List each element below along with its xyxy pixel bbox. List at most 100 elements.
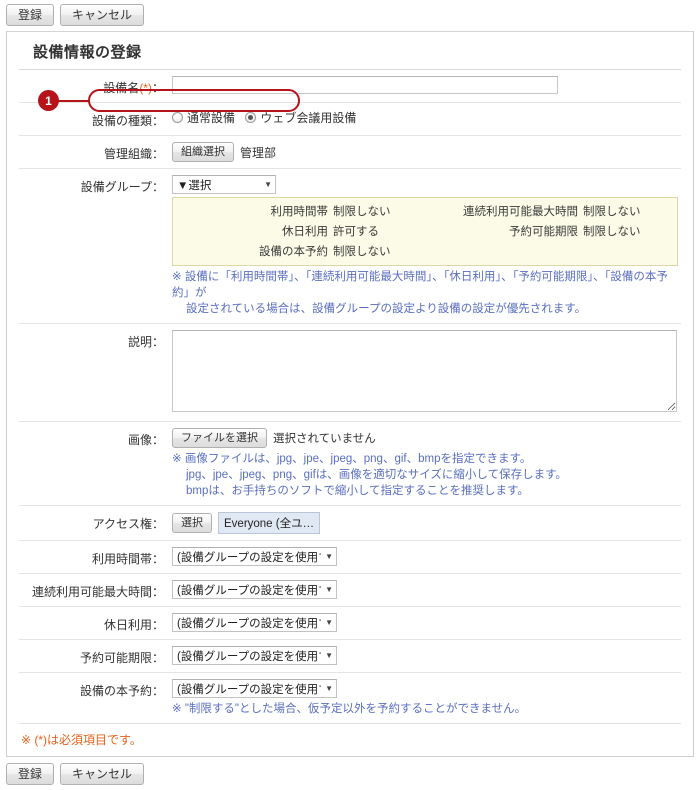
max-continuous-hours-label: 連続利用可能最大時間：	[19, 580, 169, 600]
facility-type-label-text: 設備の種類	[91, 114, 152, 128]
setting-max-continuous: 連続利用可能最大時間 制限しない	[425, 203, 669, 219]
row-facility-type: 設備の種類： 通常設備 ウェブ会議用設備	[19, 103, 681, 136]
final-reservation-note: ※ "制限する"とした場合、仮予定以外を予約することができません。	[172, 703, 527, 715]
select-organization-button[interactable]: 組織選択	[172, 142, 234, 162]
access-rights-listbox[interactable]: Everyone (全ユ…	[218, 512, 321, 534]
description-label: 説明：	[19, 330, 169, 350]
row-final-reservation: 設備の本予約： (設備グループの設定を使用する) ▼ ※ "制限する"とした場合…	[19, 673, 681, 723]
image-note-line1: ※ 画像ファイルは、jpg、jpe、jpeg、png、gif、bmpを指定できま…	[172, 453, 532, 465]
usage-hours-label: 利用時間帯：	[19, 547, 169, 567]
required-marker: (*)	[139, 81, 152, 95]
description-textarea[interactable]	[172, 330, 677, 412]
facility-group-label: 設備グループ：	[19, 175, 169, 195]
final-reservation-label-text: 設備の本予約	[79, 684, 152, 698]
setting-usage-hours-value: 制限しない	[333, 206, 391, 218]
facility-type-option-normal-label: 通常設備	[187, 111, 236, 125]
form-rows: 設備名(*)： 設備の種類： 通常設備 ウェブ会議用設備 管理組織： 組織選択 …	[7, 70, 693, 723]
radio-unchecked-icon[interactable]	[172, 112, 183, 123]
facility-group-label-text: 設備グループ	[80, 180, 152, 194]
select-access-button[interactable]: 選択	[172, 513, 212, 533]
access-rights-label: アクセス権：	[19, 512, 169, 532]
file-status-text: 選択されていません	[273, 433, 376, 445]
final-reservation-field-wrap: (設備グループの設定を使用する) ▼ ※ "制限する"とした場合、仮予定以外を予…	[169, 679, 681, 717]
bottom-action-bar: 登録 キャンセル	[0, 757, 700, 790]
usage-hours-label-text: 利用時間帯	[91, 552, 152, 566]
callout-connector-line	[58, 100, 90, 102]
chevron-down-icon: ▼	[325, 551, 333, 561]
setting-final-reservation-label: 設備の本予約	[259, 246, 328, 258]
page-title: 設備情報の登録	[19, 32, 681, 70]
holiday-use-colon: ：	[151, 618, 164, 632]
facility-group-colon: ：	[151, 180, 164, 194]
image-label-text: 画像	[127, 433, 152, 447]
final-reservation-label: 設備の本予約：	[19, 679, 169, 699]
holiday-use-select[interactable]: (設備グループの設定を使用する) ▼	[172, 613, 337, 632]
row-description: 説明：	[19, 324, 681, 422]
facility-type-label: 設備の種類：	[19, 109, 169, 129]
facility-type-option-web[interactable]: ウェブ会議用設備	[245, 109, 356, 126]
final-reservation-select[interactable]: (設備グループの設定を使用する) ▼	[172, 679, 337, 698]
row-access-rights: アクセス権： 選択 Everyone (全ユ…	[19, 506, 681, 541]
max-continuous-hours-select[interactable]: (設備グループの設定を使用する) ▼	[172, 580, 337, 599]
setting-usage-hours-label: 利用時間帯	[270, 206, 329, 218]
setting-holiday-use: 休日利用 許可する	[181, 223, 425, 239]
row-holiday-use: 休日利用： (設備グループの設定を使用する) ▼	[19, 607, 681, 640]
holiday-use-field-wrap: (設備グループの設定を使用する) ▼	[169, 613, 681, 632]
setting-max-continuous-value: 制限しない	[583, 206, 641, 218]
max-continuous-hours-colon: ：	[151, 585, 164, 599]
max-continuous-hours-field-wrap: (設備グループの設定を使用する) ▼	[169, 580, 681, 599]
managing-org-inline: 組織選択 管理部	[172, 142, 681, 162]
row-usage-hours: 利用時間帯： (設備グループの設定を使用する) ▼	[19, 541, 681, 574]
access-rights-inline: 選択 Everyone (全ユ…	[172, 512, 681, 534]
image-colon: ：	[151, 433, 164, 447]
managing-org-label: 管理組織：	[19, 142, 169, 162]
cancel-button-bottom[interactable]: キャンセル	[60, 763, 145, 785]
reservation-period-select-value: (設備グループの設定を使用する)	[177, 650, 321, 663]
facility-type-option-normal[interactable]: 通常設備	[172, 109, 235, 126]
chevron-down-icon: ▼	[264, 179, 272, 189]
usage-hours-field-wrap: (設備グループの設定を使用する) ▼	[169, 547, 681, 566]
holiday-use-select-value: (設備グループの設定を使用する)	[177, 617, 321, 630]
managing-org-colon: ：	[151, 147, 164, 161]
usage-hours-select[interactable]: (設備グループの設定を使用する) ▼	[172, 547, 337, 566]
setting-reservation-period: 予約可能期限 制限しない	[425, 223, 669, 239]
cancel-button-top[interactable]: キャンセル	[60, 4, 145, 26]
max-continuous-hours-label-text: 連続利用可能最大時間	[31, 585, 152, 599]
facility-type-field-wrap: 通常設備 ウェブ会議用設備	[169, 109, 681, 126]
required-field-note: ※ (*)は必須項目です。	[21, 733, 142, 747]
setting-final-reservation-value: 制限しない	[333, 246, 391, 258]
facility-name-input[interactable]	[172, 76, 558, 94]
access-rights-field-wrap: 選択 Everyone (全ユ…	[169, 512, 681, 534]
chevron-down-icon: ▼	[325, 617, 333, 627]
reservation-period-label-text: 予約可能期限	[79, 651, 152, 665]
reservation-period-label: 予約可能期限：	[19, 646, 169, 666]
row-max-continuous-hours: 連続利用可能最大時間： (設備グループの設定を使用する) ▼	[19, 574, 681, 607]
facility-group-note-line1: ※ 設備に「利用時間帯」、「連続利用可能最大時間」、「休日利用」、「予約可能期限…	[172, 271, 668, 299]
max-continuous-hours-select-value: (設備グループの設定を使用する)	[177, 584, 321, 597]
facility-group-note-line2: 設定されている場合は、設備グループの設定より設備の設定が優先されます。	[186, 303, 587, 315]
choose-file-button[interactable]: ファイルを選択	[172, 428, 267, 448]
holiday-use-label-text: 休日利用	[103, 618, 152, 632]
row-reservation-period: 予約可能期限： (設備グループの設定を使用する) ▼	[19, 640, 681, 673]
setting-empty-cell	[425, 243, 669, 259]
image-note-line3: bmpは、お手持ちのソフトで縮小して指定することを推奨します。	[186, 485, 529, 497]
description-field-wrap	[169, 330, 681, 415]
facility-registration-panel: 設備情報の登録 設備名(*)： 設備の種類： 通常設備 ウェブ会議用設備 管理組…	[6, 31, 694, 757]
final-reservation-colon: ：	[151, 684, 164, 698]
register-button-bottom[interactable]: 登録	[6, 763, 55, 785]
callout-badge-1: 1	[38, 90, 59, 111]
facility-name-colon: ：	[151, 81, 164, 95]
setting-reservation-period-label: 予約可能期限	[509, 226, 578, 238]
register-button-top[interactable]: 登録	[6, 4, 55, 26]
reservation-period-select[interactable]: (設備グループの設定を使用する) ▼	[172, 646, 337, 665]
facility-name-field-wrap	[169, 76, 681, 94]
radio-checked-icon[interactable]	[245, 112, 257, 123]
description-label-text: 説明	[127, 335, 152, 349]
file-input-row: ファイルを選択 選択されていません	[172, 428, 681, 448]
reservation-period-field-wrap: (設備グループの設定を使用する) ▼	[169, 646, 681, 665]
facility-group-select[interactable]: ▼選択 ▼	[172, 175, 276, 194]
facility-group-settings-box: 利用時間帯 制限しない 連続利用可能最大時間 制限しない 休日利用 許可する 予…	[172, 197, 678, 266]
facility-name-label-text: 設備名	[103, 81, 140, 95]
managing-org-label-text: 管理組織	[103, 147, 152, 161]
facility-type-option-web-label: ウェブ会議用設備	[260, 111, 357, 125]
